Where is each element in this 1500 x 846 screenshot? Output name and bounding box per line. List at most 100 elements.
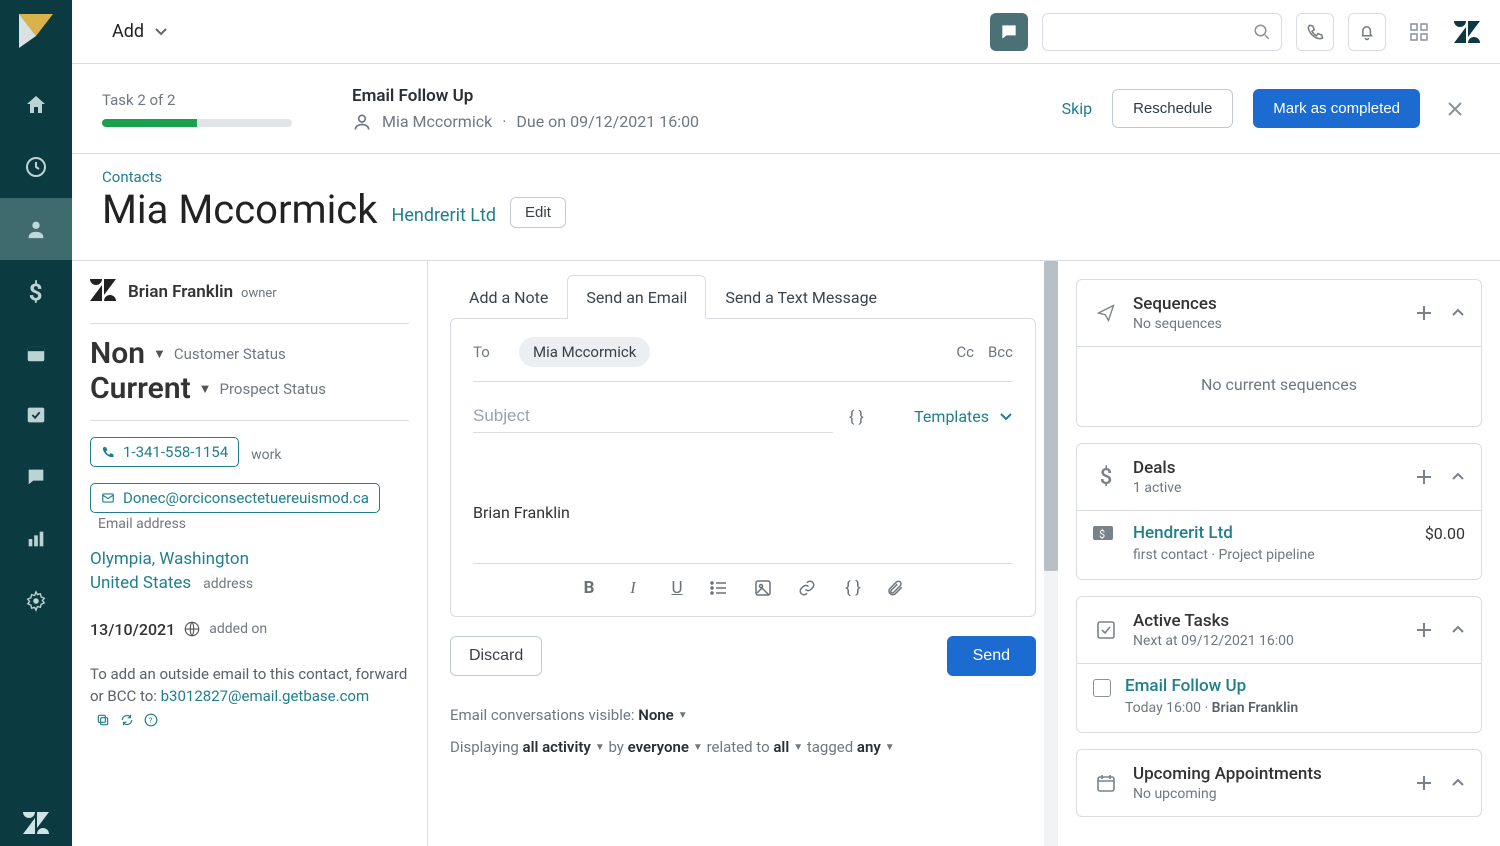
visible-dropdown[interactable]: None ▼ [638, 706, 687, 724]
merge-tag-icon[interactable]: { } [842, 578, 864, 598]
notifications-button[interactable] [1348, 13, 1386, 51]
nav-chat[interactable] [0, 446, 72, 508]
zendesk-logo[interactable] [1452, 17, 1482, 47]
underline-icon[interactable]: U [666, 578, 688, 598]
appointments-title: Upcoming Appointments [1133, 764, 1322, 784]
bold-icon[interactable]: B [578, 578, 600, 598]
nav-activity[interactable] [0, 136, 72, 198]
nav-reports[interactable] [0, 508, 72, 570]
globe-icon [183, 620, 201, 638]
columns: Brian Franklin owner Non ▼ Customer Stat… [72, 260, 1500, 846]
tab-email[interactable]: Send an Email [567, 275, 706, 319]
templates-menu[interactable]: Templates [914, 407, 1013, 426]
forward-address[interactable]: b3012827@email.getbase.com [161, 687, 370, 705]
attachment-icon[interactable] [886, 579, 908, 597]
cc-button[interactable]: Cc [956, 343, 974, 361]
company-link[interactable]: Hendrerit Ltd [392, 205, 497, 226]
templates-label: Templates [914, 407, 989, 426]
reschedule-button[interactable]: Reschedule [1112, 89, 1233, 128]
italic-icon[interactable]: I [622, 578, 644, 598]
collapse-button[interactable] [1451, 306, 1465, 320]
nav-calendar[interactable] [0, 322, 72, 384]
nav-home[interactable] [0, 74, 72, 136]
search-box[interactable] [1042, 13, 1282, 51]
add-sequence-button[interactable] [1415, 304, 1433, 322]
send-icon [1093, 303, 1119, 323]
add-menu[interactable]: Add [112, 21, 168, 42]
customer-status-value: Non [90, 336, 145, 371]
to-chip[interactable]: Mia Mccormick [519, 337, 650, 367]
caret-down-icon: ▼ [199, 381, 212, 397]
email-body-text: Brian Franklin [473, 503, 570, 522]
link-icon[interactable] [798, 579, 820, 597]
task-progress-label: Task 2 of 2 [102, 91, 332, 109]
dollar-icon: $ [1093, 465, 1119, 490]
add-task-button[interactable] [1415, 621, 1433, 639]
scrollbar-thumb[interactable] [1044, 261, 1058, 571]
nav-deals[interactable]: $ [0, 260, 72, 322]
search-input[interactable] [1053, 23, 1253, 41]
close-task-button[interactable] [1440, 94, 1470, 124]
check-square-icon [1093, 620, 1119, 640]
address-label: address [203, 576, 253, 592]
contact-header: Contacts Mia Mccormick Hendrerit Ltd Edi… [72, 154, 1500, 260]
customer-status-label: Customer Status [174, 345, 286, 363]
nav-tasks[interactable] [0, 384, 72, 446]
refresh-icon[interactable] [120, 713, 134, 727]
disp-related: related to [707, 738, 774, 756]
side-panels: Sequences No sequences No current sequen… [1058, 261, 1500, 846]
tasks-card: Active Tasks Next at 09/12/2021 16:00 Em… [1076, 596, 1482, 733]
collapse-button[interactable] [1451, 623, 1465, 637]
nav-zendesk-icon[interactable] [23, 812, 49, 834]
merge-tags-icon[interactable]: { } [849, 407, 864, 426]
help-icon[interactable]: ? [144, 713, 158, 727]
task-item-title[interactable]: Email Follow Up [1125, 676, 1298, 696]
email-chip[interactable]: Donec@orciconsectetuereuismod.ca [90, 483, 380, 513]
list-icon[interactable] [710, 579, 732, 597]
bcc-button[interactable]: Bcc [988, 343, 1013, 361]
phone-icon [101, 445, 115, 459]
tagged-dropdown[interactable]: any ▼ [857, 738, 895, 756]
customer-status-row[interactable]: Non ▼ Customer Status [90, 336, 409, 371]
activity-dropdown[interactable]: all activity ▼ [523, 738, 605, 756]
nav-contacts[interactable] [0, 198, 72, 260]
breadcrumb[interactable]: Contacts [102, 168, 1470, 186]
tab-note[interactable]: Add a Note [450, 275, 567, 319]
phone-number: 1-341-558-1154 [123, 443, 228, 461]
address-line2[interactable]: United States [90, 573, 191, 593]
add-deal-button[interactable] [1415, 468, 1433, 486]
disp-pre: Displaying [450, 738, 523, 756]
collapse-button[interactable] [1451, 776, 1465, 790]
address-line1[interactable]: Olympia, Washington [90, 548, 409, 572]
calendar-icon [1093, 773, 1119, 793]
by-dropdown[interactable]: everyone ▼ [628, 738, 703, 756]
nav-settings[interactable] [0, 570, 72, 632]
mail-icon [101, 491, 115, 505]
deal-name[interactable]: Hendrerit Ltd [1133, 523, 1233, 543]
tab-sms[interactable]: Send a Text Message [706, 275, 896, 319]
visible-pre: Email conversations visible: [450, 706, 638, 724]
related-dropdown[interactable]: all ▼ [773, 738, 803, 756]
messages-button[interactable] [990, 13, 1028, 51]
edit-button[interactable]: Edit [510, 197, 566, 228]
apps-button[interactable] [1400, 13, 1438, 51]
task-checkbox[interactable] [1093, 679, 1111, 697]
phone-chip[interactable]: 1-341-558-1154 [90, 437, 239, 467]
skip-button[interactable]: Skip [1062, 99, 1092, 118]
discard-button[interactable]: Discard [450, 636, 542, 676]
svg-text:$: $ [29, 279, 43, 303]
owner-name: Brian Franklin [128, 282, 233, 302]
send-button[interactable]: Send [947, 636, 1036, 676]
tasks-title: Active Tasks [1133, 611, 1294, 631]
collapse-button[interactable] [1451, 470, 1465, 484]
email-body[interactable]: Brian Franklin [473, 433, 1013, 553]
complete-button[interactable]: Mark as completed [1253, 89, 1420, 128]
forward-note: To add an outside email to this contact,… [90, 663, 409, 731]
phone-button[interactable] [1296, 13, 1334, 51]
add-appointment-button[interactable] [1415, 774, 1433, 792]
copy-icon[interactable] [96, 713, 110, 727]
prospect-status-row[interactable]: Current ▼ Prospect Status [90, 371, 409, 406]
deal-amount: $0.00 [1425, 524, 1465, 543]
subject-input[interactable] [473, 400, 833, 433]
image-icon[interactable] [754, 579, 776, 597]
